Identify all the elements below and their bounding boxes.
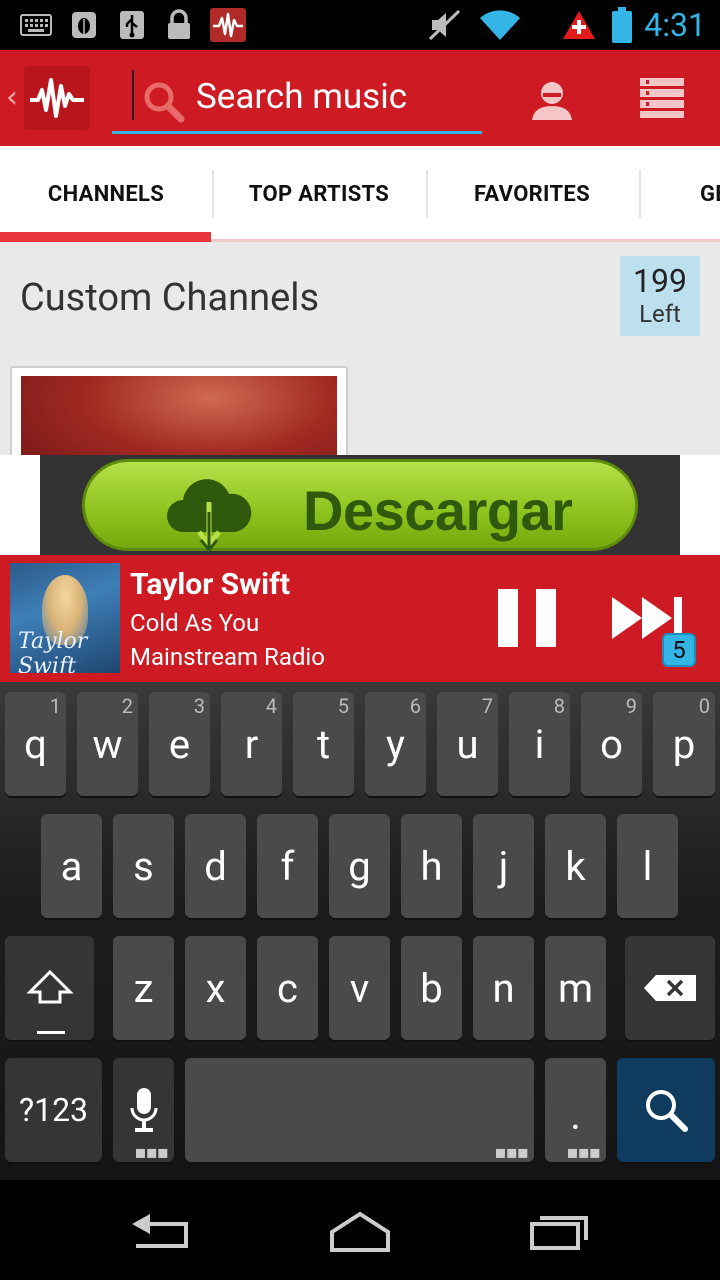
track-title: Cold As You <box>130 609 260 637</box>
key-i[interactable]: 8i <box>509 692 570 796</box>
key-v[interactable]: v <box>329 936 390 1040</box>
key-m[interactable]: m <box>545 936 606 1040</box>
ad-strip: Descargar <box>0 455 720 555</box>
search-box[interactable] <box>112 70 482 134</box>
key-a[interactable]: a <box>41 814 102 918</box>
home-icon[interactable] <box>328 1210 392 1256</box>
battery-icon <box>612 7 632 43</box>
album-art[interactable]: Taylor Swift <box>10 563 120 673</box>
key-f[interactable]: f <box>257 814 318 918</box>
ad-label: Descargar <box>303 479 573 542</box>
channel-artwork <box>21 376 337 455</box>
key-q[interactable]: 1q <box>5 692 66 796</box>
back-icon[interactable] <box>128 1210 190 1254</box>
shift-indicator <box>37 1031 65 1034</box>
back-caret-icon[interactable]: ‹ <box>6 80 18 115</box>
track-artist: Taylor Swift <box>130 567 290 602</box>
tab-top-artists[interactable]: TOP ARTISTS <box>213 146 425 242</box>
key-z[interactable]: z <box>113 936 174 1040</box>
backspace-key[interactable] <box>625 936 715 1040</box>
symbols-key[interactable]: ?123 <box>5 1058 102 1162</box>
search-action-key[interactable] <box>617 1058 715 1162</box>
now-playing-bar[interactable]: Taylor Swift Taylor Swift Cold As You Ma… <box>0 555 720 682</box>
menu-icon[interactable] <box>640 78 684 122</box>
channels-left-label: Left <box>639 300 681 328</box>
key-b[interactable]: b <box>401 936 462 1040</box>
channels-left-badge: 199 Left <box>620 256 700 336</box>
cloud-download-icon <box>163 472 255 556</box>
album-script: Taylor Swift <box>18 629 88 673</box>
pause-icon <box>536 589 556 647</box>
more-indicator: ▪▪▪ <box>494 1142 529 1163</box>
pause-button[interactable] <box>498 589 558 649</box>
ad-banner[interactable]: Descargar <box>40 455 680 555</box>
backspace-icon <box>644 975 696 1001</box>
key-e[interactable]: 3e <box>149 692 210 796</box>
search-input[interactable] <box>196 76 476 117</box>
status-bar: 4:31 <box>0 0 720 50</box>
app-logo-icon[interactable] <box>24 66 90 130</box>
skips-left-badge: 5 <box>662 633 696 667</box>
download-ad-button[interactable]: Descargar <box>82 459 638 553</box>
vibrate-off-icon <box>428 8 462 42</box>
keyboard-icon <box>20 8 52 42</box>
more-indicator: ▪▪▪ <box>134 1142 169 1163</box>
profile-icon[interactable] <box>528 78 576 126</box>
tab-active-indicator <box>0 232 211 242</box>
key-t[interactable]: 5t <box>293 692 354 796</box>
channel-card[interactable] <box>10 366 348 455</box>
key-l[interactable]: l <box>617 814 678 918</box>
key-d[interactable]: d <box>185 814 246 918</box>
navigation-bar <box>0 1180 720 1280</box>
key-x[interactable]: x <box>185 936 246 1040</box>
search-icon <box>142 80 186 128</box>
bug-icon <box>70 8 98 42</box>
key-h[interactable]: h <box>401 814 462 918</box>
key-g[interactable]: g <box>329 814 390 918</box>
usb-icon <box>118 8 146 42</box>
alert-icon <box>562 8 596 42</box>
search-icon <box>646 1090 688 1132</box>
key-k[interactable]: k <box>545 814 606 918</box>
space-key[interactable]: ▪▪▪ <box>185 1058 534 1162</box>
key-w[interactable]: 2w <box>77 692 138 796</box>
key-n[interactable]: n <box>473 936 534 1040</box>
key-o[interactable]: 9o <box>581 692 642 796</box>
tab-genres[interactable]: GENRES <box>640 146 720 242</box>
key-j[interactable]: j <box>473 814 534 918</box>
shift-key[interactable] <box>5 936 94 1040</box>
more-indicator: ▪▪▪ <box>566 1142 601 1163</box>
key-c[interactable]: c <box>257 936 318 1040</box>
key-y[interactable]: 6y <box>365 692 426 796</box>
tab-bar: CHANNELS TOP ARTISTS FAVORITES GENRES <box>0 146 720 242</box>
recent-apps-icon[interactable] <box>528 1210 590 1256</box>
soft-keyboard: 1q 2w 3e 4r 5t 6y 7u 8i 9o 0p a s d f g … <box>0 682 720 1180</box>
lock-icon <box>165 8 193 42</box>
app-notification-icon <box>210 8 246 42</box>
microphone-icon <box>130 1088 157 1132</box>
key-u[interactable]: 7u <box>437 692 498 796</box>
shift-icon <box>25 969 74 1004</box>
key-s[interactable]: s <box>113 814 174 918</box>
clock: 4:31 <box>644 6 706 44</box>
text-cursor <box>132 70 134 120</box>
period-key[interactable]: . ▪▪▪ <box>545 1058 606 1162</box>
key-r[interactable]: 4r <box>221 692 282 796</box>
channels-content: Custom Channels 199 Left <box>0 242 720 455</box>
app-bar: ‹ <box>0 50 720 146</box>
tab-favorites[interactable]: FAVORITES <box>426 146 638 242</box>
pause-icon <box>498 589 518 647</box>
wifi-icon <box>478 8 522 42</box>
tab-channels[interactable]: CHANNELS <box>0 146 212 242</box>
channels-left-count: 199 <box>633 262 687 300</box>
key-p[interactable]: 0p <box>653 692 715 796</box>
section-title: Custom Channels <box>20 276 320 320</box>
microphone-key[interactable]: ▪▪▪ <box>113 1058 174 1162</box>
track-station: Mainstream Radio <box>130 643 325 671</box>
